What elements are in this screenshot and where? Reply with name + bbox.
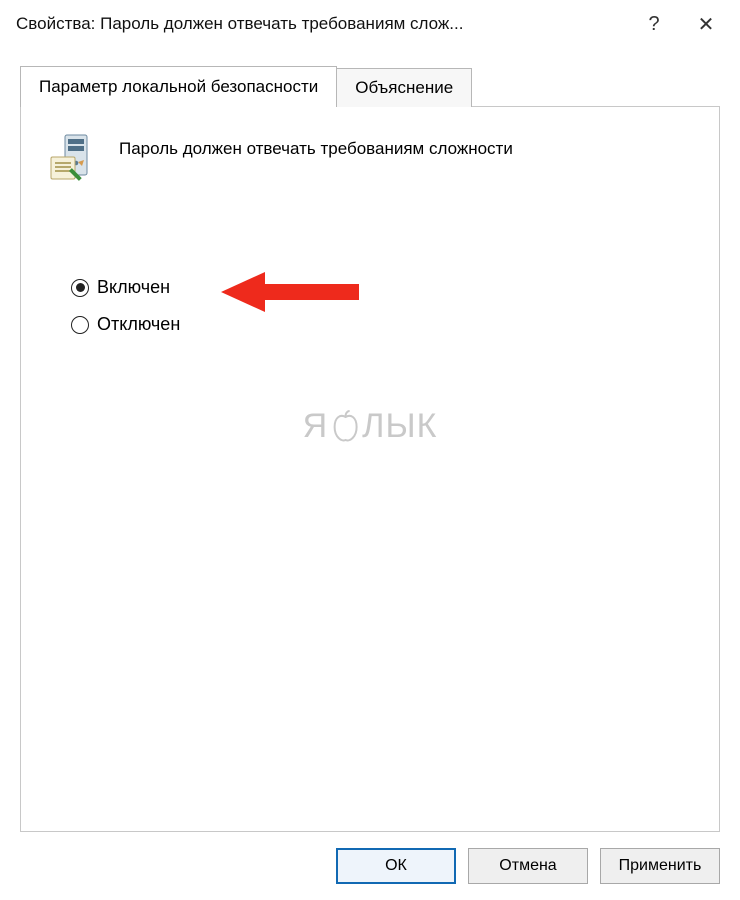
tab-label: Параметр локальной безопасности [39,77,318,96]
apple-outline-icon [330,410,360,444]
policy-header: Пароль должен отвечать требованиям сложн… [47,133,693,187]
dialog-button-row: ОК Отмена Применить [20,832,720,900]
watermark-text-right: ЛЫК [362,407,437,446]
window-title: Свойства: Пароль должен отвечать требова… [16,14,628,34]
radio-disabled[interactable]: Отключен [71,314,693,335]
ok-button[interactable]: ОК [336,848,456,884]
radio-label: Включен [97,277,170,298]
radio-label: Отключен [97,314,180,335]
tab-local-security[interactable]: Параметр локальной безопасности [20,66,337,107]
policy-title: Пароль должен отвечать требованиям сложн… [119,133,513,159]
button-label: Отмена [499,857,556,875]
button-label: ОК [385,857,407,875]
radio-icon [71,279,89,297]
titlebar: Свойства: Пароль должен отвечать требова… [0,0,740,48]
tab-explanation[interactable]: Объяснение [336,68,472,107]
tab-panel-local-security: Пароль должен отвечать требованиям сложн… [20,106,720,832]
arrow-annotation [221,269,371,319]
cancel-button[interactable]: Отмена [468,848,588,884]
radio-icon [71,316,89,334]
policy-icon [47,133,101,187]
help-button[interactable]: ? [628,4,680,44]
radio-enabled[interactable]: Включен [71,277,693,298]
watermark-text-left: Я [303,407,329,446]
tab-label: Объяснение [355,78,453,97]
apply-button[interactable]: Применить [600,848,720,884]
close-button[interactable]: ✕ [680,4,732,44]
watermark: Я ЛЫК [303,407,438,446]
button-label: Применить [619,857,702,875]
tab-area: Параметр локальной безопасности Объяснен… [0,48,740,900]
tab-strip: Параметр локальной безопасности Объяснен… [20,66,720,107]
properties-dialog: Свойства: Пароль должен отвечать требова… [0,0,740,900]
radio-group: Включен Отключен [71,277,693,335]
